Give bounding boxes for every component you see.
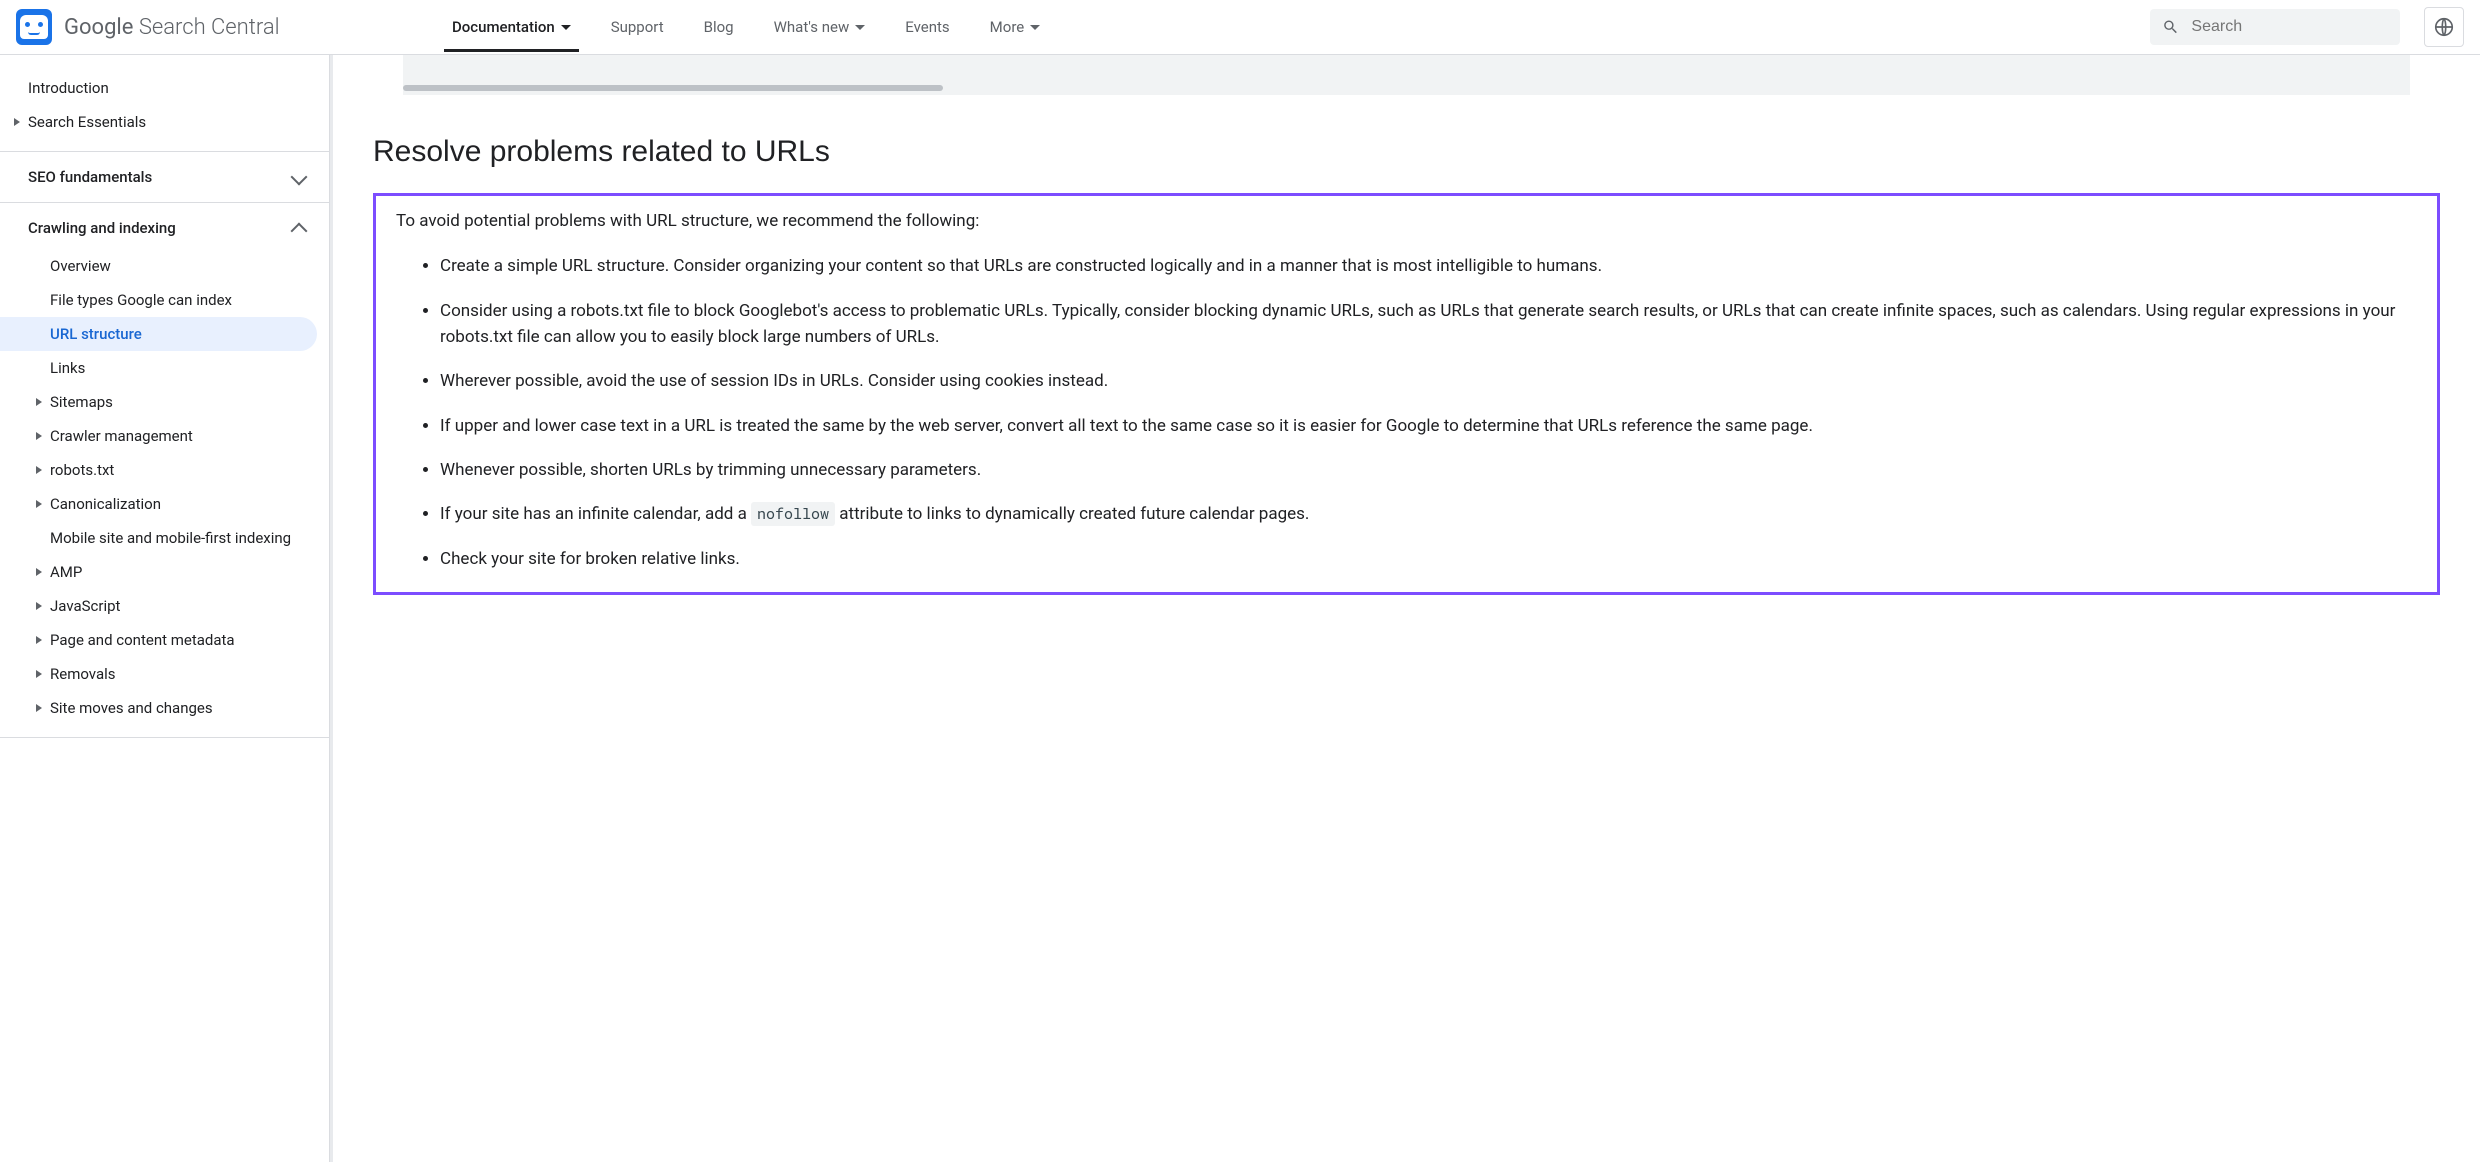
text-after-code: attribute to links to dynamically create…: [835, 504, 1309, 524]
sidebar-item-search-essentials[interactable]: Search Essentials: [0, 105, 329, 139]
dropdown-arrow-icon: [561, 25, 571, 30]
sidebar-item-label: Overview: [50, 257, 111, 275]
dropdown-arrow-icon: [855, 25, 865, 30]
sidebar-item-url-structure[interactable]: URL structure: [0, 317, 317, 351]
sidebar-item-canonicalization[interactable]: Canonicalization: [0, 487, 329, 521]
expand-icon: [36, 568, 42, 576]
nav-tab-label: More: [990, 18, 1025, 36]
sidebar-item-label: Canonicalization: [50, 495, 161, 513]
expand-icon: [14, 118, 20, 126]
sidebar-item-links[interactable]: Links: [0, 351, 329, 385]
search-input[interactable]: [2191, 18, 2388, 36]
sidebar-item-mobile-site-and-mobile-first-indexing[interactable]: Mobile site and mobile-first indexing: [0, 521, 329, 555]
recommendations-list: Create a simple URL structure. Consider …: [396, 253, 2417, 572]
sidebar-item-introduction[interactable]: Introduction: [0, 71, 329, 105]
recommendation-item: If your site has an infinite calendar, a…: [440, 501, 2417, 527]
top-header: Google Search Central Documentation Suppo…: [0, 0, 2480, 55]
chevron-down-icon: [291, 169, 308, 186]
globe-icon: [2433, 16, 2455, 38]
search-box[interactable]: [2150, 9, 2400, 45]
recommendation-item: Consider using a robots.txt file to bloc…: [440, 298, 2417, 351]
recommendation-item: Check your site for broken relative link…: [440, 546, 2417, 572]
sidebar-item-label: Page and content metadata: [50, 631, 235, 649]
recommendation-item: Create a simple URL structure. Consider …: [440, 253, 2417, 279]
code-block-placeholder: [403, 55, 2410, 95]
language-button[interactable]: [2424, 7, 2464, 47]
recommendation-item: If upper and lower case text in a URL is…: [440, 413, 2417, 439]
sidebar-seo-heading[interactable]: SEO fundamentals: [0, 160, 329, 194]
nav-tab-events[interactable]: Events: [897, 2, 957, 52]
dropdown-arrow-icon: [1030, 25, 1040, 30]
sidebar: Introduction Search Essentials SEO fundam…: [0, 55, 330, 1162]
main-content: Resolve problems related to URLs To avoi…: [330, 55, 2480, 1162]
brand-central-text: Search Central: [133, 15, 279, 40]
sidebar-item-label: Crawler management: [50, 427, 193, 445]
sidebar-item-file-types-google-can-index[interactable]: File types Google can index: [0, 283, 329, 317]
sidebar-item-label: File types Google can index: [50, 291, 232, 309]
sidebar-item-label: URL structure: [50, 325, 142, 343]
googlebot-icon: [16, 9, 52, 45]
sidebar-crawling-heading[interactable]: Crawling and indexing: [0, 211, 329, 245]
sidebar-item-crawler-management[interactable]: Crawler management: [0, 419, 329, 453]
expand-icon: [36, 602, 42, 610]
expand-icon: [36, 500, 42, 508]
sidebar-item-site-moves-and-changes[interactable]: Site moves and changes: [0, 691, 329, 725]
nav-tab-blog[interactable]: Blog: [696, 2, 742, 52]
sidebar-crawling-label: Crawling and indexing: [28, 219, 176, 237]
nav-tab-documentation[interactable]: Documentation: [444, 2, 579, 52]
sidebar-item-label: Links: [50, 359, 85, 377]
expand-icon: [36, 432, 42, 440]
nav-tab-label: What's new: [774, 18, 850, 36]
main-container: Introduction Search Essentials SEO fundam…: [0, 55, 2480, 1162]
sidebar-item-label: JavaScript: [50, 597, 120, 615]
section-heading: Resolve problems related to URLs: [373, 135, 2440, 169]
expand-icon: [36, 398, 42, 406]
sidebar-item-label: Introduction: [28, 79, 109, 97]
sidebar-item-sitemaps[interactable]: Sitemaps: [0, 385, 329, 419]
sidebar-item-label: AMP: [50, 563, 82, 581]
sidebar-item-label: Removals: [50, 665, 116, 683]
sidebar-item-label: Mobile site and mobile-first indexing: [50, 529, 291, 547]
sidebar-seo-label: SEO fundamentals: [28, 168, 152, 186]
chevron-up-icon: [291, 223, 308, 240]
sidebar-item-label: Sitemaps: [50, 393, 113, 411]
recommendation-item: Wherever possible, avoid the use of sess…: [440, 368, 2417, 394]
expand-icon: [36, 704, 42, 712]
brand-text: Google Search Central: [64, 15, 280, 40]
text-before-code: If your site has an infinite calendar, a…: [440, 504, 751, 524]
highlighted-recommendations: To avoid potential problems with URL str…: [373, 193, 2440, 595]
recommendation-item: Whenever possible, shorten URLs by trimm…: [440, 457, 2417, 483]
expand-icon: [36, 670, 42, 678]
sidebar-item-label: Site moves and changes: [50, 699, 213, 717]
expand-icon: [36, 636, 42, 644]
intro-text: To avoid potential problems with URL str…: [396, 208, 2417, 235]
sidebar-item-label: robots.txt: [50, 461, 114, 479]
nav-tab-support[interactable]: Support: [603, 2, 672, 52]
sidebar-item-javascript[interactable]: JavaScript: [0, 589, 329, 623]
header-nav: Documentation Support Blog What's new Events…: [444, 2, 2142, 52]
horizontal-scrollbar[interactable]: [403, 85, 943, 91]
sidebar-item-robots-txt[interactable]: robots.txt: [0, 453, 329, 487]
nav-tab-label: Support: [611, 18, 664, 36]
sidebar-item-page-and-content-metadata[interactable]: Page and content metadata: [0, 623, 329, 657]
nofollow-code: nofollow: [751, 502, 835, 526]
brand-logo-section[interactable]: Google Search Central: [16, 9, 436, 45]
sidebar-item-overview[interactable]: Overview: [0, 249, 329, 283]
search-icon: [2162, 17, 2179, 37]
nav-tab-label: Events: [905, 18, 949, 36]
sidebar-item-amp[interactable]: AMP: [0, 555, 329, 589]
expand-icon: [36, 466, 42, 474]
nav-tab-label: Blog: [704, 18, 734, 36]
brand-google-text: Google: [64, 15, 133, 40]
sidebar-item-removals[interactable]: Removals: [0, 657, 329, 691]
nav-tab-what-s-new[interactable]: What's new: [766, 2, 874, 52]
nav-tab-more[interactable]: More: [982, 2, 1049, 52]
sidebar-item-label: Search Essentials: [28, 113, 146, 131]
nav-tab-label: Documentation: [452, 18, 555, 36]
